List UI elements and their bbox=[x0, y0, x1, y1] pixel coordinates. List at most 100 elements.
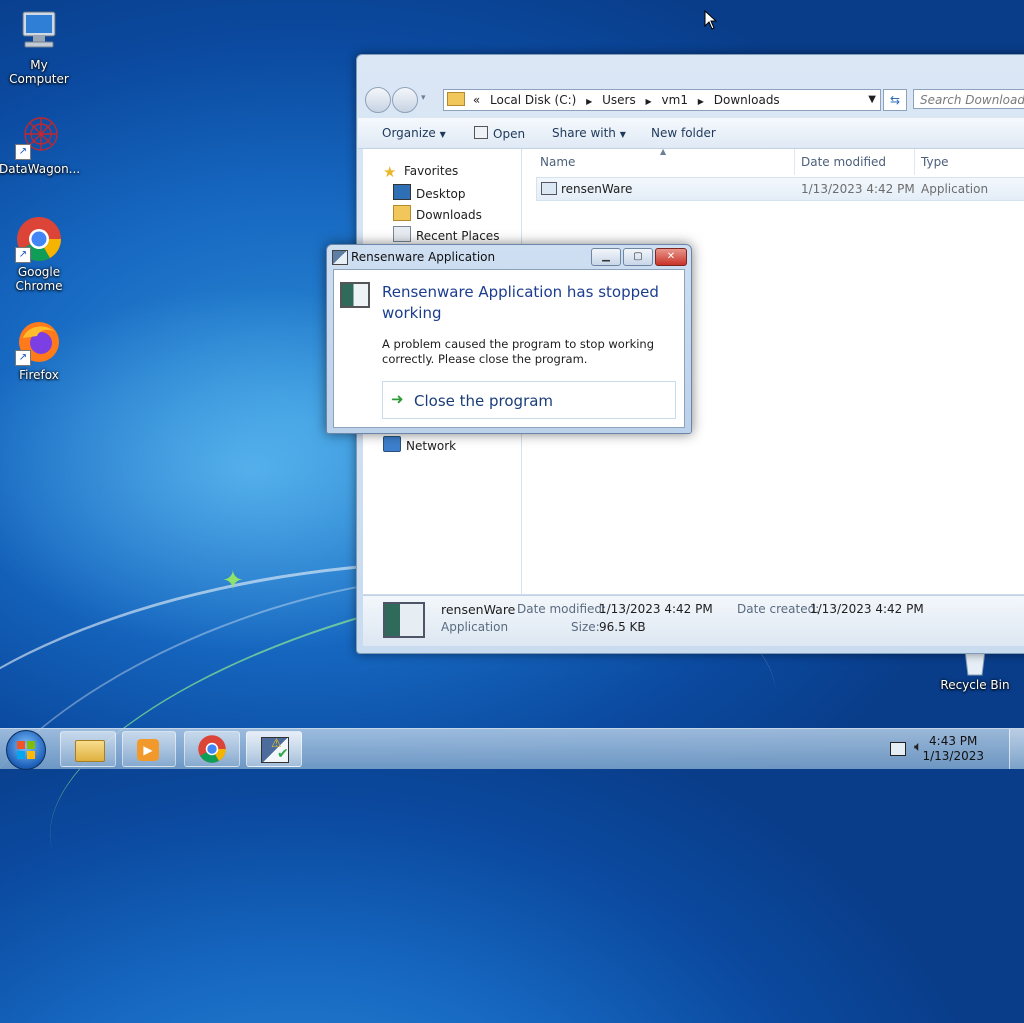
details-size-label: Size: bbox=[571, 620, 600, 634]
dialog-heading: Rensenware Application has stopped worki… bbox=[382, 283, 659, 322]
breadcrumb-separator-icon[interactable]: ▶ bbox=[646, 92, 652, 112]
action-center-icon[interactable] bbox=[890, 742, 906, 756]
file-date-modified: 1/13/2023 4:42 PM bbox=[801, 182, 915, 196]
taskbar-media-player-button[interactable]: ▶ bbox=[122, 731, 176, 767]
dialog-title: Rensenware Application bbox=[351, 250, 496, 264]
share-with-button[interactable]: Share with ▼ bbox=[552, 126, 626, 140]
clock-time: 4:43 PM bbox=[929, 734, 978, 748]
dialog-message: A problem caused the program to stop wor… bbox=[382, 337, 655, 366]
desktop-icon-google-chrome[interactable]: ↗ Google Chrome bbox=[0, 215, 79, 293]
desktop-icon-label: Recycle Bin bbox=[940, 678, 1010, 692]
address-row: ▾ « Local Disk (C:) ▶ Users ▶ vm1 ▶ Down… bbox=[365, 87, 1024, 113]
details-file-type: Application bbox=[441, 620, 509, 634]
clock-date: 1/13/2023 bbox=[922, 749, 984, 763]
firefox-icon: ↗ bbox=[15, 318, 63, 366]
organize-button[interactable]: Organize ▼ bbox=[382, 126, 446, 140]
table-row[interactable]: rensenWare 1/13/2023 4:42 PM Application bbox=[536, 177, 1024, 201]
file-type: Application bbox=[921, 182, 989, 196]
column-header-type[interactable]: Type bbox=[921, 155, 949, 169]
column-divider bbox=[794, 149, 795, 175]
taskbar-chrome-button[interactable] bbox=[184, 731, 240, 767]
application-large-icon bbox=[383, 602, 425, 638]
command-bar: Organize ▼ Open Share with ▼ New folder bbox=[358, 118, 1024, 149]
back-button[interactable] bbox=[365, 87, 391, 113]
breadcrumb-local-disk[interactable]: Local Disk (C:) bbox=[490, 90, 576, 110]
column-divider bbox=[914, 149, 915, 175]
error-dialog: Rensenware Application ▁ ▢ ✕ Rensenware … bbox=[326, 244, 692, 434]
nav-downloads[interactable]: Downloads bbox=[393, 205, 482, 222]
breadcrumb-downloads[interactable]: Downloads bbox=[714, 90, 780, 110]
shortcut-arrow-icon: ↗ bbox=[15, 350, 31, 366]
desktop-icon-label: DataWagon... bbox=[0, 162, 81, 176]
new-folder-button[interactable]: New folder bbox=[651, 126, 716, 140]
breadcrumb-vm1[interactable]: vm1 bbox=[662, 90, 688, 110]
nav-network[interactable]: Network bbox=[383, 436, 456, 453]
minimize-button[interactable]: ▁ bbox=[591, 248, 621, 266]
close-program-button[interactable]: ➜ Close the program bbox=[382, 381, 676, 419]
folder-icon bbox=[447, 92, 465, 106]
desktop-icon bbox=[393, 184, 411, 200]
dialog-app-icon bbox=[332, 250, 348, 265]
nav-desktop[interactable]: Desktop bbox=[393, 184, 466, 201]
network-icon bbox=[383, 436, 401, 452]
breadcrumb-separator-icon[interactable]: ▶ bbox=[698, 92, 704, 112]
column-header-name[interactable]: Name bbox=[540, 155, 575, 169]
forward-button[interactable] bbox=[392, 87, 418, 113]
show-desktop-button[interactable] bbox=[1009, 729, 1024, 769]
desktop-icon-label: Firefox bbox=[19, 368, 59, 382]
green-arrow-icon: ➜ bbox=[391, 390, 404, 408]
recent-places-icon bbox=[393, 226, 411, 242]
refresh-button[interactable]: ⇆ bbox=[883, 89, 907, 111]
recent-pages-chevron-icon[interactable]: ▾ bbox=[421, 93, 426, 103]
details-size: 96.5 KB bbox=[599, 620, 646, 634]
nav-favorites[interactable]: ★ Favorites bbox=[383, 163, 458, 181]
details-file-name: rensenWare bbox=[441, 602, 516, 617]
shortcut-arrow-icon: ↗ bbox=[15, 144, 31, 160]
breadcrumb-users[interactable]: Users bbox=[602, 90, 636, 110]
windows-logo-icon bbox=[17, 741, 35, 759]
volume-icon[interactable]: 🔈︎ bbox=[914, 739, 922, 755]
column-header-date-modified[interactable]: Date modified bbox=[801, 155, 886, 169]
details-date-modified: 1/13/2023 4:42 PM bbox=[599, 602, 713, 616]
breadcrumb-overflow[interactable]: « bbox=[473, 90, 480, 110]
taskbar: ▶ ⚠ ✔ 🔈︎ 4:43 PM 1/13/2023 bbox=[0, 728, 1024, 770]
chrome-icon: ↗ bbox=[15, 215, 63, 263]
taskbar-explorer-button[interactable] bbox=[60, 731, 116, 767]
close-button[interactable]: ✕ bbox=[655, 248, 687, 266]
desktop-icon-my-computer[interactable]: My Computer bbox=[0, 8, 79, 86]
details-date-created: 1/13/2023 4:42 PM bbox=[810, 602, 924, 616]
sort-chevron-icon: ▲ bbox=[660, 147, 667, 156]
file-name: rensenWare bbox=[561, 182, 633, 196]
address-bar[interactable]: « Local Disk (C:) ▶ Users ▶ vm1 ▶ Downlo… bbox=[443, 89, 881, 111]
media-player-icon: ▶ bbox=[137, 739, 159, 761]
details-pane: rensenWare Application Date modified: 1/… bbox=[363, 595, 1024, 646]
close-program-label: Close the program bbox=[414, 392, 554, 410]
dialog-body: Rensenware Application has stopped worki… bbox=[333, 269, 685, 428]
application-error-icon bbox=[340, 282, 370, 308]
open-button[interactable]: Open bbox=[474, 126, 525, 141]
details-date-created-label: Date created: bbox=[737, 602, 820, 616]
mouse-cursor-icon bbox=[704, 9, 718, 33]
desktop-icon-label: My Computer bbox=[9, 58, 69, 86]
folder-icon bbox=[75, 740, 105, 762]
downloads-folder-icon bbox=[393, 205, 411, 221]
breadcrumb-separator-icon[interactable]: ▶ bbox=[586, 92, 592, 112]
check-badge-icon: ✔ bbox=[277, 746, 289, 762]
search-input[interactable]: Search Downloads bbox=[913, 89, 1024, 109]
address-dropdown-icon[interactable]: ▼ bbox=[868, 90, 876, 110]
chrome-icon bbox=[198, 735, 226, 763]
clock[interactable]: 4:43 PM 1/13/2023 bbox=[922, 734, 984, 764]
desktop-icon-datawagon[interactable]: ↗ DataWagon... bbox=[0, 112, 81, 176]
desktop-icon-firefox[interactable]: ↗ Firefox bbox=[0, 318, 79, 382]
wallpaper-logo: ✦ bbox=[222, 566, 244, 596]
start-button[interactable] bbox=[6, 730, 46, 770]
taskbar-rensenware-button[interactable]: ⚠ ✔ bbox=[246, 731, 302, 767]
details-date-modified-label: Date modified: bbox=[517, 602, 607, 616]
maximize-button[interactable]: ▢ bbox=[623, 248, 653, 266]
datawagon-icon: ↗ bbox=[15, 112, 63, 160]
star-icon: ★ bbox=[383, 163, 397, 181]
application-icon bbox=[541, 182, 557, 195]
open-icon bbox=[474, 126, 488, 139]
shortcut-arrow-icon: ↗ bbox=[15, 247, 31, 263]
nav-recent-places[interactable]: Recent Places bbox=[393, 226, 499, 243]
